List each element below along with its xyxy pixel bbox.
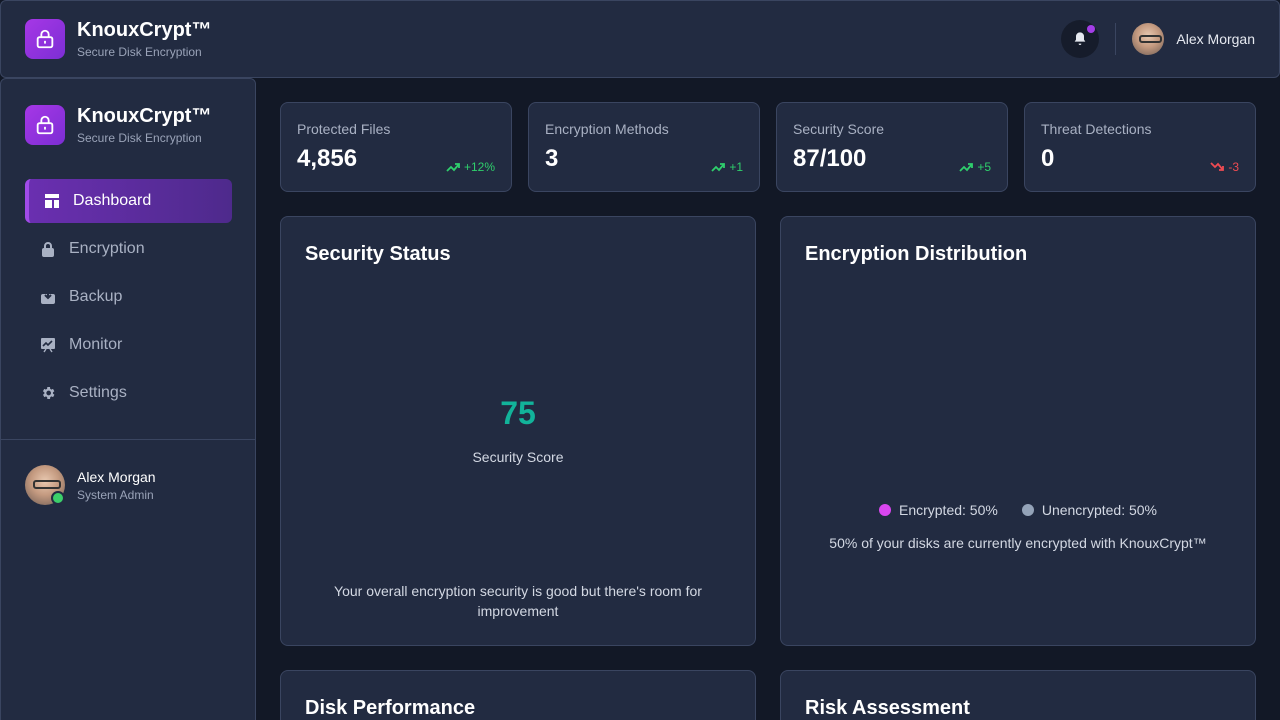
stat-change: +12%	[463, 160, 495, 174]
sidebar-item-label: Monitor	[69, 336, 123, 353]
trending-up-icon	[711, 163, 726, 172]
stat-label: Encryption Methods	[545, 121, 669, 137]
online-status-dot	[51, 491, 65, 505]
app-title: KnouxCrypt™	[77, 19, 212, 41]
security-status-panel: Security Status 75 Security Score Your o…	[280, 216, 756, 646]
legend-swatch	[1021, 504, 1034, 516]
stat-label: Protected Files	[297, 121, 391, 137]
sidebar-nav: Dashboard Encryption Backup Monitor Sett…	[25, 179, 232, 419]
trending-up-icon	[446, 163, 460, 172]
stat-change: +5	[977, 160, 991, 174]
sidebar-item-dashboard[interactable]: Dashboard	[25, 179, 232, 223]
sidebar-item-backup[interactable]: Backup	[25, 275, 232, 319]
disk-performance-panel: Disk Performance	[280, 670, 756, 720]
sidebar-brand[interactable]: KnouxCrypt™ Secure Disk Encryption	[25, 105, 211, 145]
security-score-label: Security Score	[472, 449, 564, 465]
notifications-button[interactable]	[1061, 20, 1100, 58]
trending-down-icon	[1210, 162, 1225, 171]
sidebar-item-label: Encryption	[69, 240, 145, 257]
panel-title: Disk Performance	[305, 697, 476, 719]
sidebar-item-settings[interactable]: Settings	[25, 371, 232, 415]
bell-icon	[1075, 32, 1086, 45]
legend-label: Unencrypted: 50%	[1041, 502, 1158, 518]
legend-label: Encrypted: 50%	[898, 502, 998, 518]
user-name[interactable]: Alex Morgan	[1176, 31, 1255, 47]
divider	[1115, 23, 1117, 55]
distribution-note: 50% of your disks are currently encrypte…	[829, 535, 1207, 551]
sidebar-item-label: Settings	[69, 384, 127, 401]
app-subtitle: Secure Disk Encryption	[77, 45, 202, 59]
sidebar-user[interactable]: Alex Morgan System Admin	[25, 465, 156, 505]
brand[interactable]: KnouxCrypt™ Secure Disk Encryption	[25, 19, 211, 59]
risk-assessment-panel: Risk Assessment	[780, 670, 1256, 720]
lock-logo-icon	[25, 19, 65, 59]
sidebar-item-encryption[interactable]: Encryption	[25, 227, 232, 271]
notification-dot	[1087, 25, 1096, 33]
sidebar-divider	[1, 439, 255, 440]
security-score-value: 75	[500, 395, 536, 431]
lock-logo-icon	[25, 105, 65, 145]
panel-title: Risk Assessment	[805, 697, 970, 719]
top-bar: KnouxCrypt™ Secure Disk Encryption Alex …	[0, 0, 1280, 78]
sidebar-user-role: System Admin	[77, 487, 154, 502]
stat-card-protected-files[interactable]: Protected Files 4,856 +12%	[280, 102, 512, 192]
legend-item-unencrypted: Unencrypted: 50%	[1021, 502, 1158, 518]
gear-icon	[39, 384, 57, 402]
sidebar: KnouxCrypt™ Secure Disk Encryption Dashb…	[0, 78, 256, 720]
backup-icon	[39, 288, 57, 306]
stat-change: -3	[1228, 160, 1239, 174]
stat-card-security-score[interactable]: Security Score 87/100 +5	[776, 102, 1008, 192]
stat-value: 0	[1041, 145, 1055, 172]
stat-label: Threat Detections	[1041, 121, 1152, 137]
dashboard-icon	[43, 192, 61, 210]
sidebar-app-title: KnouxCrypt™	[77, 105, 212, 127]
sidebar-app-subtitle: Secure Disk Encryption	[77, 131, 202, 145]
legend-swatch	[878, 504, 891, 516]
sidebar-item-monitor[interactable]: Monitor	[25, 323, 232, 367]
stat-change: +1	[729, 160, 743, 174]
avatar[interactable]	[1132, 23, 1165, 55]
panel-title: Encryption Distribution	[805, 243, 1028, 265]
panel-title: Security Status	[305, 243, 451, 265]
sidebar-item-label: Dashboard	[73, 192, 152, 209]
security-status-note: Your overall encryption security is good…	[334, 583, 702, 619]
monitor-icon	[39, 336, 57, 354]
chart-legend: Encrypted: 50% Unencrypted: 50%	[781, 502, 1255, 518]
encryption-distribution-panel: Encryption Distribution Encrypted: 50% U…	[780, 216, 1256, 646]
stat-card-encryption-methods[interactable]: Encryption Methods 3 +1	[528, 102, 760, 192]
sidebar-user-name: Alex Morgan	[77, 468, 156, 485]
legend-item-encrypted: Encrypted: 50%	[878, 502, 998, 518]
stat-label: Security Score	[793, 121, 885, 137]
sidebar-item-label: Backup	[69, 288, 123, 305]
lock-icon	[39, 240, 57, 258]
trending-up-icon	[959, 163, 974, 172]
stat-card-threat-detections[interactable]: Threat Detections 0 -3	[1024, 102, 1256, 192]
